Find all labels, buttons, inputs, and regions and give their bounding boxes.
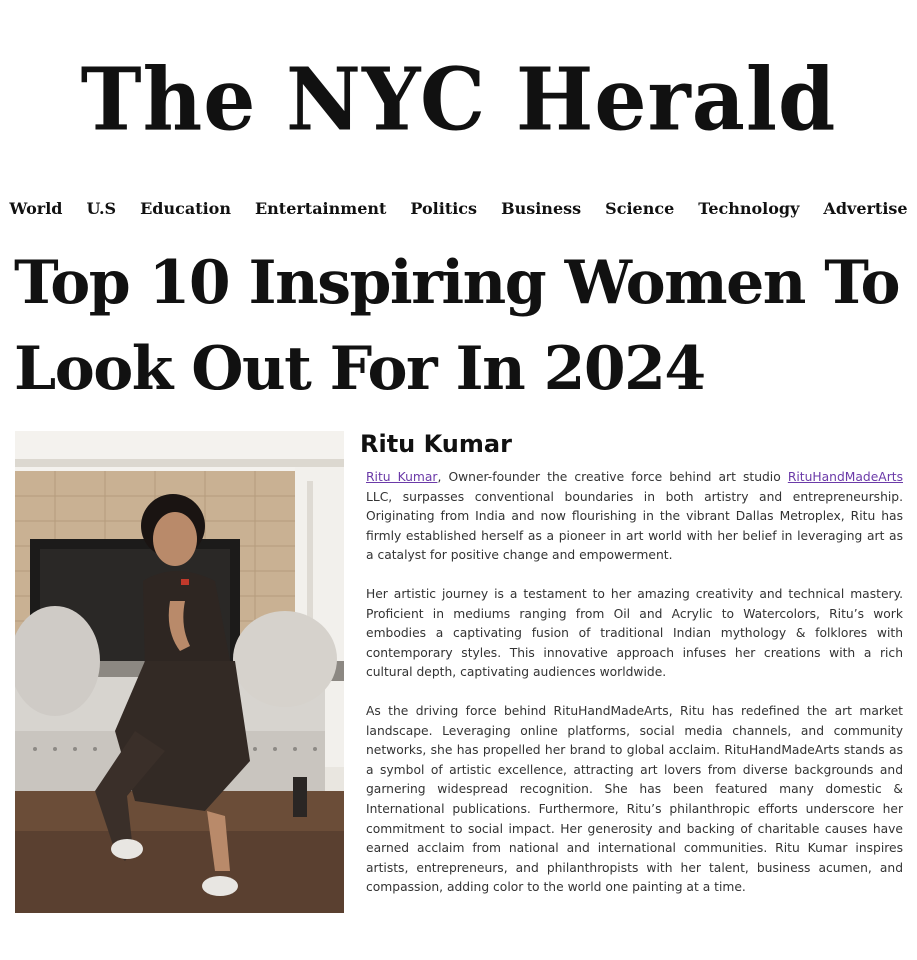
portrait-photo [15, 431, 344, 913]
portrait-illustration [15, 431, 344, 913]
nav-world[interactable]: World [0, 199, 74, 218]
paragraph-1-text-a: , Owner-founder the creative force behin… [437, 470, 788, 484]
nav-politics[interactable]: Politics [398, 199, 489, 218]
article-body: Ritu Kumar Ritu Kumar, Owner-founder the… [360, 428, 903, 917]
nav-entertainment[interactable]: Entertainment [243, 199, 398, 218]
nav-us[interactable]: U.S [74, 199, 128, 218]
paragraph-1: Ritu Kumar, Owner-founder the creative f… [360, 468, 903, 566]
nav-advertise[interactable]: Advertise [811, 199, 917, 218]
paragraph-2: Her artistic journey is a testament to h… [366, 586, 903, 680]
link-rituhandmadearts[interactable]: RituHandMadeArts [788, 470, 903, 484]
masthead: The NYC Herald [0, 40, 917, 165]
main-nav: World U.S Education Entertainment Politi… [0, 194, 917, 222]
headline-line-2: Look Out For In 2024 [14, 334, 706, 404]
nav-business[interactable]: Business [489, 199, 593, 218]
headline-line-1: Top 10 Inspiring Women To [14, 248, 901, 318]
nav-technology[interactable]: Technology [686, 199, 811, 218]
person-name: Ritu Kumar [360, 430, 512, 458]
article-headline: Top 10 Inspiring Women To Look Out For I… [14, 240, 909, 412]
masthead-logo: The NYC Herald [80, 49, 837, 151]
nav-science[interactable]: Science [593, 199, 686, 218]
paragraph-1-text-b: LLC, surpasses conventional boundaries i… [366, 489, 903, 563]
paragraph-3: As the driving force behind RituHandMade… [366, 703, 903, 895]
link-ritu-kumar[interactable]: Ritu Kumar [366, 470, 437, 484]
nav-education[interactable]: Education [128, 199, 243, 218]
